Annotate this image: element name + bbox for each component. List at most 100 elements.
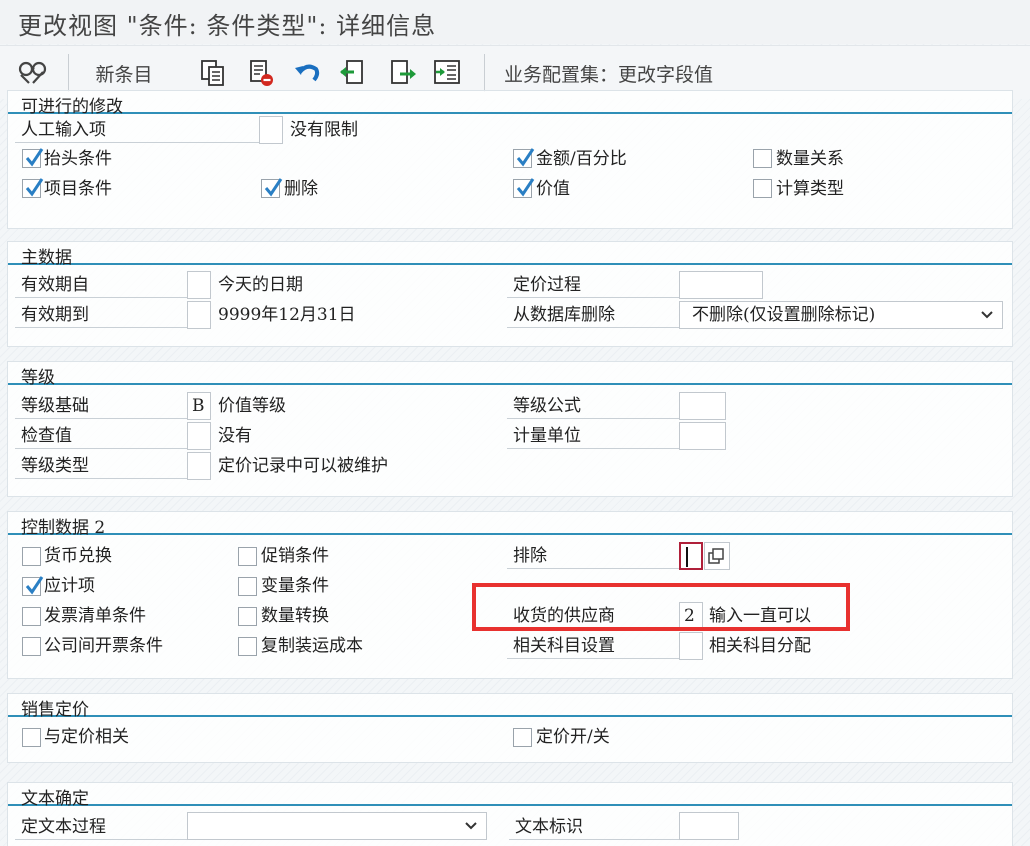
pricing-procedure-field[interactable] — [679, 271, 763, 299]
group-header: 可进行的修改 — [8, 91, 1012, 117]
sales-pricing-group: 销售定价 与定价相关 定价开/关 — [7, 693, 1013, 763]
text-id-field[interactable] — [679, 812, 739, 840]
invoice-list-label: 发票清单条件 — [44, 606, 146, 626]
content-area: 可进行的修改 人工输入项 没有限制 抬头条件 项目条件 删除 金额/百分比 价值… — [0, 90, 1030, 846]
pricing-relevant-label: 与定价相关 — [44, 727, 129, 747]
value-help-button[interactable] — [704, 542, 730, 570]
header-condition-label: 抬头条件 — [44, 149, 112, 169]
scales-group: 等级 等级基础 B 价值等级 检查值 没有 等级类型 定价记录中可以被维护 等级… — [7, 361, 1013, 497]
new-entries-button[interactable]: 新条目 — [88, 56, 160, 90]
account-assignment-label: 相关科目设置 — [507, 633, 679, 659]
delete-from-db-dropdown[interactable]: 不删除(仅设置删除标记) — [679, 301, 1003, 329]
variant-checkbox[interactable] — [238, 577, 257, 596]
toolbar-separator — [68, 54, 69, 92]
exclusion-field[interactable] — [679, 542, 703, 570]
group-title: 文本确定 — [21, 789, 89, 809]
scale-type-field[interactable] — [187, 452, 211, 480]
header-condition-checkbox[interactable] — [22, 148, 44, 168]
text-procedure-dropdown[interactable] — [187, 812, 487, 840]
copy-icon[interactable] — [196, 56, 230, 90]
valid-to-desc: 9999年12月31日 — [218, 305, 356, 325]
qty-relation-checkbox[interactable] — [753, 149, 772, 168]
chevron-down-icon — [980, 302, 994, 336]
item-condition-checkbox[interactable] — [22, 178, 44, 198]
select-block-icon[interactable] — [430, 56, 464, 90]
group-title: 主数据 — [21, 248, 72, 268]
delete-from-db-label: 从数据库删除 — [507, 302, 679, 328]
scale-formula-field[interactable] — [679, 392, 726, 420]
pricing-switch-checkbox[interactable] — [513, 728, 532, 747]
currency-conversion-label: 货币兑换 — [44, 546, 112, 566]
group-header: 控制数据 2 — [8, 512, 1012, 538]
group-title: 可进行的修改 — [21, 97, 123, 117]
valid-from-field[interactable] — [187, 271, 211, 299]
pricing-procedure-label: 定价过程 — [507, 272, 679, 298]
check-value-desc: 没有 — [218, 426, 252, 446]
window-title: 更改视图 "条件: 条件类型": 详细信息 — [18, 12, 437, 40]
amount-pct-label: 金额/百分比 — [536, 149, 627, 169]
accrual-label: 应计项 — [44, 576, 95, 596]
chevron-down-icon — [464, 813, 478, 846]
group-header: 等级 — [8, 362, 1012, 388]
manual-entry-desc: 没有限制 — [290, 120, 358, 140]
intercompany-checkbox[interactable] — [22, 637, 41, 656]
promotion-checkbox[interactable] — [238, 547, 257, 566]
valid-to-field[interactable] — [187, 301, 211, 329]
config-set-button[interactable]: 业务配置集：更改字段值 — [504, 56, 754, 90]
check-value-field[interactable] — [187, 422, 211, 450]
qty-conversion-label: 数量转换 — [261, 606, 329, 626]
scale-type-desc: 定价记录中可以被维护 — [218, 456, 388, 476]
scale-basis-desc: 价值等级 — [218, 396, 286, 416]
group-header: 销售定价 — [8, 694, 1012, 720]
uom-label: 计量单位 — [507, 423, 679, 449]
group-title: 等级 — [21, 368, 55, 388]
text-id-label: 文本标识 — [509, 814, 679, 840]
scale-basis-label: 等级基础 — [15, 393, 190, 419]
toolbar-separator — [484, 54, 485, 92]
manual-entry-field[interactable] — [259, 116, 283, 144]
dropdown-value: 不删除(仅设置删除标记) — [692, 305, 876, 325]
calc-type-label: 计算类型 — [776, 179, 844, 199]
delete-checkbox[interactable] — [261, 178, 283, 198]
invoice-list-checkbox[interactable] — [22, 607, 41, 626]
master-data-group: 主数据 有效期自 今天的日期 有效期到 9999年12月31日 定价过程 从数据… — [7, 241, 1013, 347]
promotion-label: 促销条件 — [261, 546, 329, 566]
next-entry-icon[interactable] — [386, 56, 420, 90]
calc-type-checkbox[interactable] — [753, 179, 772, 198]
copy-shipping-checkbox[interactable] — [238, 637, 257, 656]
delete-icon[interactable] — [244, 56, 278, 90]
intercompany-label: 公司间开票条件 — [44, 636, 163, 656]
scale-type-label: 等级类型 — [15, 453, 190, 479]
pricing-switch-label: 定价开/关 — [536, 727, 610, 747]
value-help-icon — [708, 548, 724, 564]
qty-conversion-checkbox[interactable] — [238, 607, 257, 626]
copy-shipping-label: 复制装运成本 — [261, 636, 363, 656]
uom-field[interactable] — [679, 422, 726, 450]
group-title: 销售定价 — [21, 700, 89, 720]
pricing-relevant-checkbox[interactable] — [22, 728, 41, 747]
account-assignment-field[interactable] — [679, 632, 703, 660]
delete-label: 删除 — [284, 179, 318, 199]
group-title: 控制数据 2 — [21, 518, 106, 538]
glasses-icon[interactable] — [14, 56, 52, 90]
account-assignment-desc: 相关科目分配 — [709, 636, 811, 656]
scale-formula-label: 等级公式 — [507, 393, 679, 419]
modifications-group: 可进行的修改 人工输入项 没有限制 抬头条件 项目条件 删除 金额/百分比 价值… — [7, 90, 1013, 229]
group-header: 文本确定 — [8, 783, 1012, 809]
scale-basis-field[interactable]: B — [187, 392, 211, 420]
exclusion-label: 排除 — [507, 543, 679, 569]
control-data-group: 控制数据 2 货币兑换 应计项 发票清单条件 公司间开票条件 促销条件 变量条件… — [7, 511, 1013, 679]
group-header: 主数据 — [8, 242, 1012, 268]
valid-from-desc: 今天的日期 — [218, 275, 303, 295]
valid-to-label: 有效期到 — [15, 302, 190, 328]
check-value-label: 检查值 — [15, 423, 190, 449]
currency-conversion-checkbox[interactable] — [22, 547, 41, 566]
valid-from-label: 有效期自 — [15, 272, 190, 298]
accrual-checkbox[interactable] — [22, 576, 44, 596]
value-checkbox[interactable] — [513, 178, 535, 198]
amount-pct-checkbox[interactable] — [513, 148, 535, 168]
previous-entry-icon[interactable] — [336, 56, 370, 90]
text-procedure-label: 定文本过程 — [15, 814, 190, 840]
undo-icon[interactable] — [290, 56, 324, 90]
manual-entry-label: 人工输入项 — [15, 117, 265, 143]
